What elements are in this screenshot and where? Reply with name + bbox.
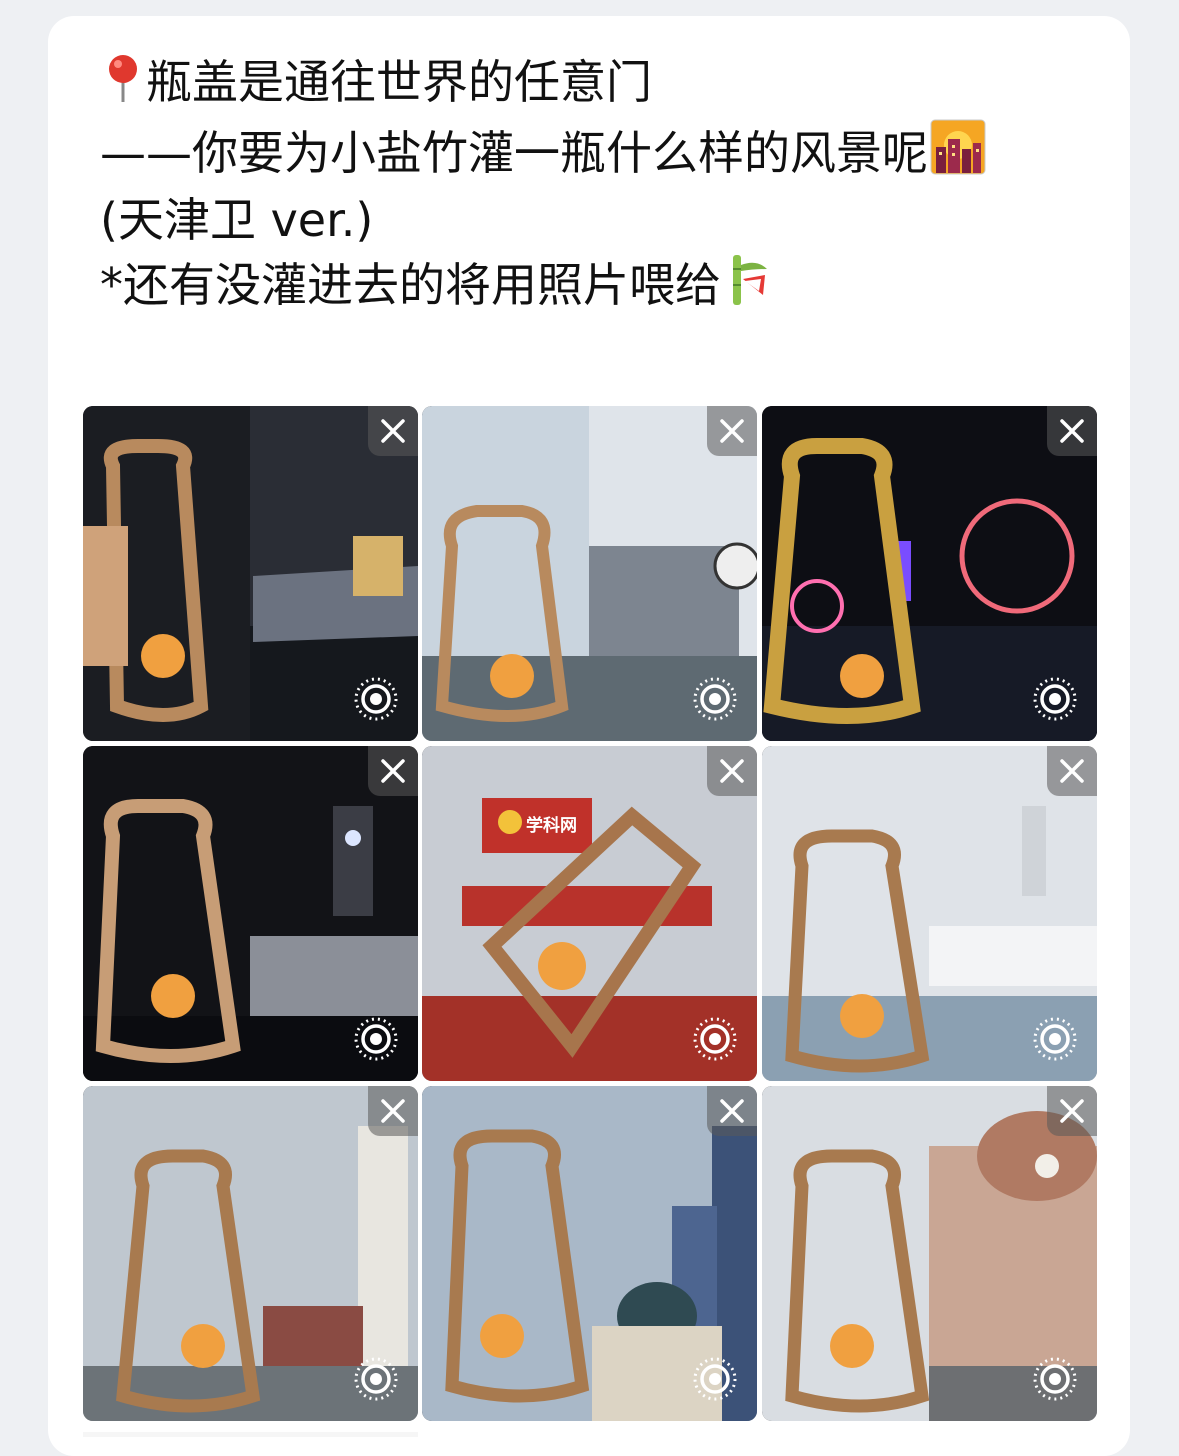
- photo-tile-9[interactable]: [762, 1086, 1097, 1421]
- post-line-1: 瓶盖是通往世界的任意门: [100, 52, 1110, 119]
- photo-tile-4[interactable]: [83, 746, 418, 1081]
- photo-tile-6[interactable]: [762, 746, 1097, 1081]
- close-icon: [381, 1099, 405, 1123]
- close-icon: [381, 419, 405, 443]
- remove-photo-button[interactable]: [1047, 406, 1097, 456]
- live-photo-icon: [1033, 677, 1077, 721]
- post-line-4: *还有没灌进去的将用照片喂给: [100, 251, 1110, 322]
- live-photo-button[interactable]: [691, 1355, 739, 1403]
- post-line-1-text: 瓶盖是通往世界的任意门: [146, 55, 652, 109]
- live-photo-icon: [693, 677, 737, 721]
- live-photo-icon: [1033, 1017, 1077, 1061]
- close-icon: [1060, 1099, 1084, 1123]
- expo-sign: 学科网: [526, 816, 577, 836]
- close-icon: [381, 759, 405, 783]
- pin-icon: [102, 52, 144, 119]
- close-icon: [720, 759, 744, 783]
- post-line-4-text: *还有没灌进去的将用照片喂给: [100, 258, 721, 312]
- live-photo-button[interactable]: [691, 675, 739, 723]
- live-photo-icon: [693, 1017, 737, 1061]
- close-icon: [720, 1099, 744, 1123]
- bottom-divider: [83, 1432, 418, 1437]
- remove-photo-button[interactable]: [368, 406, 418, 456]
- bamboo-icon: [723, 251, 773, 322]
- live-photo-icon: [693, 1357, 737, 1401]
- live-photo-button[interactable]: [352, 1355, 400, 1403]
- close-icon: [1060, 759, 1084, 783]
- photo-tile-5[interactable]: 学科网: [422, 746, 757, 1081]
- post-line-2-text: ——你要为小盐竹灌一瓶什么样的风景呢: [100, 126, 928, 180]
- remove-photo-button[interactable]: [1047, 746, 1097, 796]
- live-photo-icon: [354, 1357, 398, 1401]
- remove-photo-button[interactable]: [707, 1086, 757, 1136]
- live-photo-icon: [1033, 1357, 1077, 1401]
- photo-tile-7[interactable]: [83, 1086, 418, 1421]
- remove-photo-button[interactable]: [1047, 1086, 1097, 1136]
- photo-tile-8[interactable]: [422, 1086, 757, 1421]
- live-photo-icon: [354, 677, 398, 721]
- live-photo-button[interactable]: [1031, 1355, 1079, 1403]
- photo-tile-1[interactable]: [83, 406, 418, 741]
- live-photo-button[interactable]: [1031, 675, 1079, 723]
- live-photo-button[interactable]: [352, 675, 400, 723]
- post-line-2: ——你要为小盐竹灌一瓶什么样的风景呢: [100, 119, 1110, 190]
- remove-photo-button[interactable]: [368, 746, 418, 796]
- close-icon: [1060, 419, 1084, 443]
- photo-tile-3[interactable]: [762, 406, 1097, 741]
- live-photo-button[interactable]: [1031, 1015, 1079, 1063]
- photo-tile-2[interactable]: [422, 406, 757, 741]
- post-line-3: (天津卫 ver.): [100, 193, 374, 247]
- night-city-icon: [930, 119, 986, 190]
- close-icon: [720, 419, 744, 443]
- live-photo-icon: [354, 1017, 398, 1061]
- remove-photo-button[interactable]: [707, 406, 757, 456]
- live-photo-button[interactable]: [691, 1015, 739, 1063]
- post-text: 瓶盖是通往世界的任意门 ——你要为小盐竹灌一瓶什么样的风景呢 (天津卫 ver.…: [100, 52, 1110, 322]
- remove-photo-button[interactable]: [368, 1086, 418, 1136]
- live-photo-button[interactable]: [352, 1015, 400, 1063]
- remove-photo-button[interactable]: [707, 746, 757, 796]
